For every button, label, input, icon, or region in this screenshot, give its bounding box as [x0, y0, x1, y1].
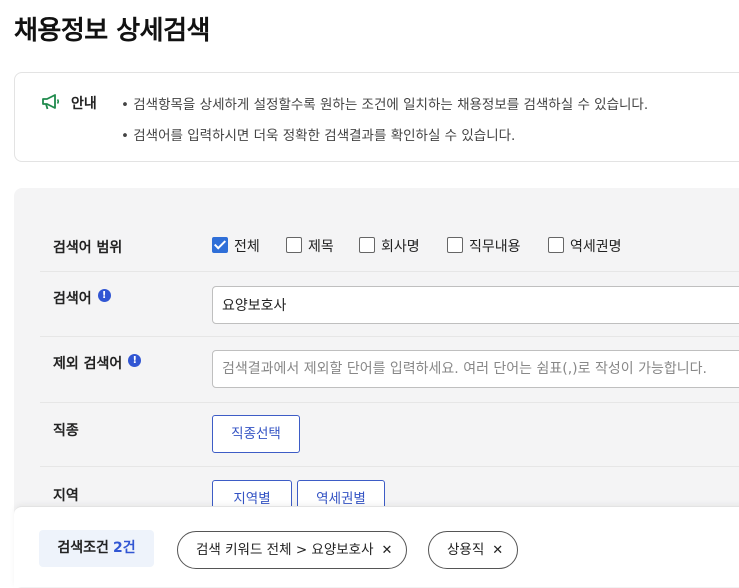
chip-label: 검색 키워드 전체 > 요양보호사 — [196, 542, 374, 558]
row-divider — [40, 466, 739, 467]
exclude-label: 제외 검색어! — [53, 353, 142, 373]
job-select-button[interactable]: 직종선택 — [212, 415, 300, 453]
condition-chip-employment[interactable]: 상용직 ✕ — [428, 531, 519, 569]
region-label: 지역 — [53, 488, 79, 504]
notice-label: 안내 — [71, 96, 97, 112]
info-icon[interactable]: ! — [128, 354, 142, 367]
checkbox-icon — [548, 237, 564, 253]
conditions-summary: 검색조건 2건 — [39, 530, 154, 567]
checkbox-label: 제목 — [308, 239, 334, 255]
page-title: 채용정보 상세검색 — [14, 16, 210, 46]
checkbox-checked-icon — [212, 237, 228, 253]
chip-label: 상용직 — [447, 542, 485, 558]
conditions-label: 검색조건 — [57, 540, 109, 556]
notice-box: 안내 • 검색항목을 상세하게 설정할수록 원하는 조건에 일치하는 채용정보를… — [14, 72, 739, 162]
checkbox-label: 전체 — [234, 239, 260, 255]
exclude-keyword-input[interactable] — [212, 350, 739, 388]
checkbox-icon — [359, 237, 375, 253]
keyword-label-text: 검색어 — [53, 291, 92, 307]
checkbox-icon — [447, 237, 463, 253]
checkbox-icon — [286, 237, 302, 253]
checkbox-label: 회사명 — [381, 239, 420, 255]
close-icon[interactable]: ✕ — [492, 543, 503, 558]
conditions-count: 2건 — [112, 540, 136, 556]
scope-label: 검색어 범위 — [53, 240, 123, 256]
search-conditions-bar: 검색조건 2건 검색 키워드 전체 > 요양보호사 ✕ 상용직 ✕ — [14, 506, 739, 587]
notice-line: • 검색어를 입력하시면 더욱 정확한 검색결과를 확인하실 수 있습니다. — [121, 128, 516, 144]
scope-checkbox-title[interactable]: 제목 — [286, 236, 334, 256]
scope-checkbox-station[interactable]: 역세권명 — [548, 236, 622, 256]
exclude-label-text: 제외 검색어 — [53, 356, 123, 372]
checkbox-label: 역세권명 — [570, 239, 622, 255]
megaphone-icon — [41, 93, 61, 111]
info-icon[interactable]: ! — [97, 289, 111, 302]
checkbox-label: 직무내용 — [469, 239, 521, 255]
row-divider — [40, 271, 739, 272]
keyword-input[interactable] — [212, 286, 739, 324]
scope-checkbox-duty[interactable]: 직무내용 — [447, 236, 521, 256]
keyword-label: 검색어! — [53, 288, 111, 308]
job-label: 직종 — [53, 423, 79, 439]
row-divider — [40, 402, 739, 403]
row-divider — [40, 336, 739, 337]
notice-line: • 검색항목을 상세하게 설정할수록 원하는 조건에 일치하는 채용정보를 검색… — [121, 97, 649, 113]
condition-chip-keyword[interactable]: 검색 키워드 전체 > 요양보호사 ✕ — [177, 531, 408, 569]
scope-checkbox-company[interactable]: 회사명 — [359, 236, 420, 256]
close-icon[interactable]: ✕ — [382, 543, 393, 558]
scope-checkbox-all[interactable]: 전체 — [212, 236, 260, 256]
